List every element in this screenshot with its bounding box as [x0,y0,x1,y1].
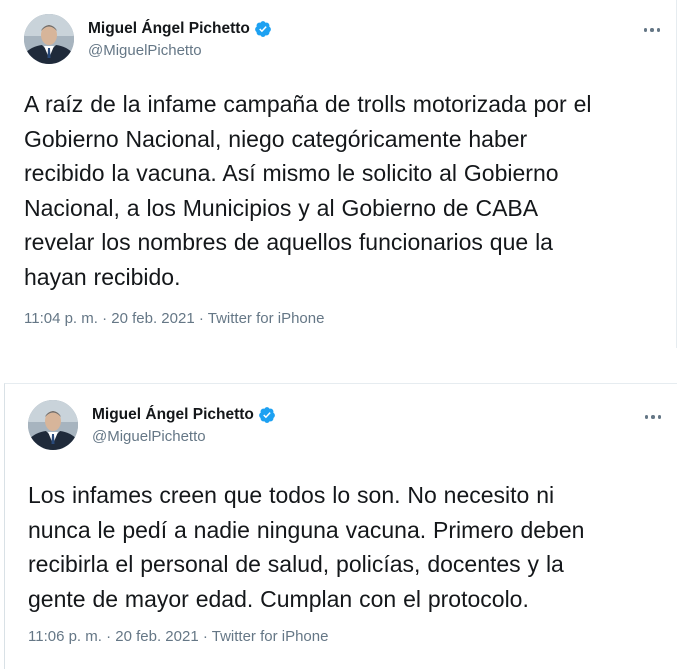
author-name-row[interactable]: Miguel Ángel Pichetto [92,406,276,424]
tweet-text-line: nunca le pedí a nadie ninguna vacuna. Pr… [28,516,585,543]
tweet-text-line: Los infames creen que todos lo son. No n… [28,482,555,508]
author-handle[interactable]: @MiguelPichetto [92,428,206,445]
author-handle[interactable]: @MiguelPichetto [88,42,202,59]
tweet-text: A raíz de la infame campaña de trolls mo… [24,87,674,294]
tweet-text-line: recibido la vacuna. Así mismo le solicit… [24,160,559,186]
display-name[interactable]: Miguel Ángel Pichetto [88,20,250,38]
tweet-card[interactable]: Miguel Ángel Pichetto @MiguelPichetto Lo… [4,383,677,669]
author-name-row[interactable]: Miguel Ángel Pichetto [88,20,272,38]
tweet-text-line: Gobierno Nacional, niego categóricamente… [24,125,528,152]
verified-badge-icon [258,406,276,424]
tweet-timestamp-source[interactable]: 11:04 p. m. · 20 feb. 2021 · Twitter for… [24,310,324,327]
tweet-text-line: Nacional, a los Municipios y al Gobierno… [24,194,539,221]
tweet-text-line: recibirla el personal de salud, policías… [28,551,564,577]
tweet-card[interactable]: Miguel Ángel Pichetto @MiguelPichetto A … [0,0,677,348]
tweet-timestamp-source[interactable]: 11:06 p. m. · 20 feb. 2021 · Twitter for… [28,628,328,645]
avatar[interactable] [28,400,78,450]
tweet-text-line: A raíz de la infame campaña de trolls mo… [24,91,592,117]
tweet-text-line: hayan recibido. [24,263,181,290]
verified-badge-icon [254,20,272,38]
avatar[interactable] [24,14,74,64]
tweet-text-line: revelar los nombres de aquellos funciona… [24,229,553,255]
more-options-icon[interactable] [640,21,664,39]
tweet-text: Los infames creen que todos lo son. No n… [28,478,668,616]
tweets-screenshot: Miguel Ángel Pichetto @MiguelPichetto A … [0,0,700,669]
more-options-icon[interactable] [641,408,665,426]
tweet-text-line: gente de mayor edad. Cumplan con el prot… [28,585,529,612]
display-name[interactable]: Miguel Ángel Pichetto [92,406,254,424]
